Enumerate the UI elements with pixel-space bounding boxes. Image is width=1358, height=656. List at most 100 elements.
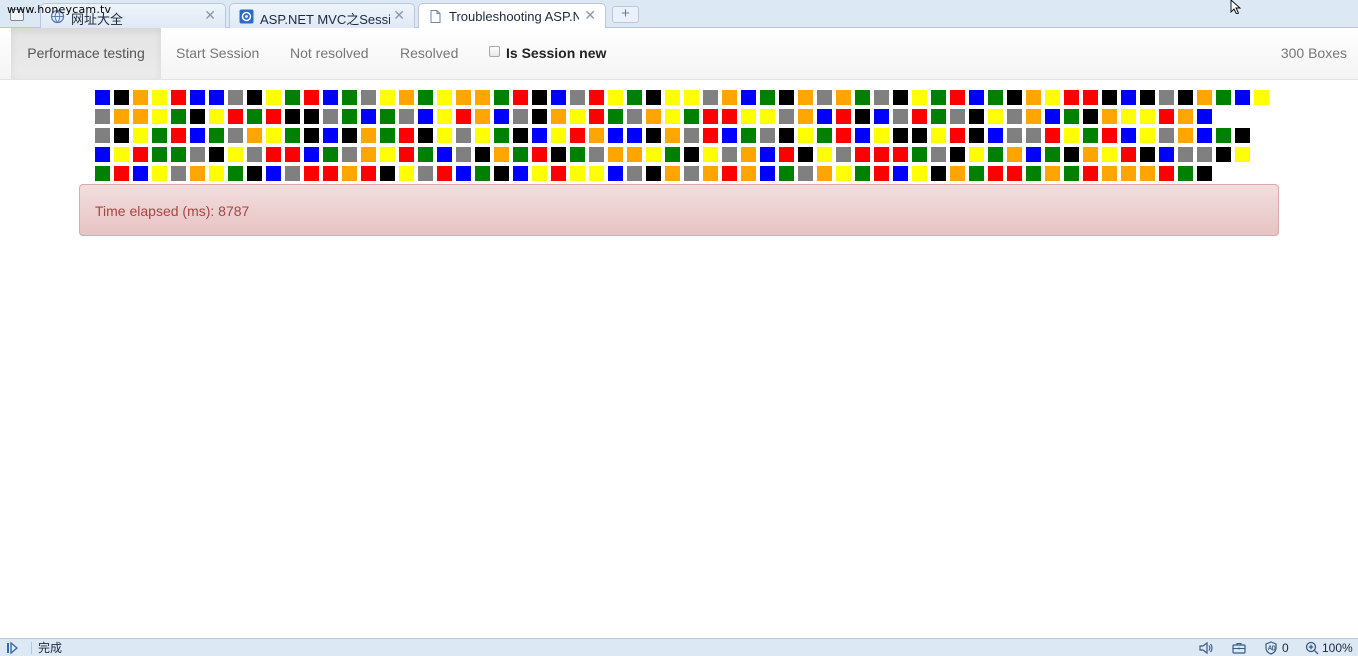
color-box — [361, 128, 376, 143]
color-box — [893, 109, 908, 124]
color-box — [1121, 128, 1136, 143]
color-box — [1083, 128, 1098, 143]
color-box — [760, 147, 775, 162]
color-box — [684, 147, 699, 162]
color-box — [855, 109, 870, 124]
color-box — [1121, 109, 1136, 124]
color-box — [114, 147, 129, 162]
close-tab-icon[interactable]: ✕ — [204, 8, 216, 24]
color-box — [152, 109, 167, 124]
color-box — [209, 90, 224, 105]
color-box — [114, 166, 129, 181]
color-box — [1159, 90, 1174, 105]
color-box — [1235, 147, 1250, 162]
color-box — [1140, 109, 1155, 124]
color-box — [988, 90, 1003, 105]
color-box — [551, 166, 566, 181]
color-box — [1102, 128, 1117, 143]
color-box — [779, 109, 794, 124]
new-tab-button[interactable]: + — [612, 6, 639, 23]
color-box — [874, 109, 889, 124]
color-box — [988, 147, 1003, 162]
nav-performance-testing[interactable]: Performace testing — [11, 28, 161, 79]
color-box — [1178, 147, 1193, 162]
color-box — [475, 109, 490, 124]
tab-troubleshooting[interactable]: Troubleshooting ASP.N ✕ — [418, 3, 606, 29]
color-box — [551, 109, 566, 124]
color-box — [190, 90, 205, 105]
color-box — [1159, 109, 1174, 124]
color-box — [285, 147, 300, 162]
color-box — [703, 90, 718, 105]
color-box — [722, 128, 737, 143]
volume-icon[interactable] — [1199, 641, 1213, 655]
color-box — [190, 166, 205, 181]
color-box — [266, 166, 281, 181]
sidebar-toggle-icon[interactable] — [6, 641, 20, 655]
color-box — [1026, 109, 1041, 124]
ad-block-icon[interactable] — [1264, 641, 1278, 655]
zoom-level[interactable]: 100% — [1322, 641, 1353, 655]
nav-start-session[interactable]: Start Session — [176, 28, 259, 79]
color-box — [95, 109, 110, 124]
color-box — [266, 128, 281, 143]
color-box — [665, 128, 680, 143]
color-box — [722, 90, 737, 105]
color-box — [551, 90, 566, 105]
color-box — [1121, 90, 1136, 105]
color-box — [988, 166, 1003, 181]
watermark: www.honeycam.tv — [7, 3, 112, 16]
color-box — [893, 90, 908, 105]
color-box — [247, 109, 262, 124]
is-session-new-checkbox[interactable] — [489, 46, 500, 57]
color-box — [855, 166, 870, 181]
color-box — [228, 109, 243, 124]
color-box — [1026, 90, 1041, 105]
color-box — [342, 128, 357, 143]
color-box — [532, 166, 547, 181]
color-box — [589, 109, 604, 124]
color-box — [114, 90, 129, 105]
color-box — [627, 128, 642, 143]
toolbox-icon[interactable] — [1232, 641, 1246, 655]
color-box — [1083, 147, 1098, 162]
color-box — [475, 166, 490, 181]
color-box — [912, 90, 927, 105]
color-box — [570, 147, 585, 162]
color-box — [703, 147, 718, 162]
color-box — [133, 147, 148, 162]
color-box — [513, 90, 528, 105]
color-box — [912, 128, 927, 143]
color-box — [399, 90, 414, 105]
color-box — [475, 128, 490, 143]
color-box — [1178, 90, 1193, 105]
color-box — [1102, 90, 1117, 105]
close-tab-icon[interactable]: ✕ — [393, 8, 405, 24]
tab-aspnet-session[interactable]: ASP.NET MVC之Sessio ✕ — [229, 3, 415, 28]
color-box — [190, 128, 205, 143]
color-box — [399, 109, 414, 124]
nav-resolved[interactable]: Resolved — [400, 28, 458, 79]
color-box — [437, 147, 452, 162]
zoom-icon[interactable] — [1305, 641, 1319, 655]
color-box — [95, 128, 110, 143]
color-box — [1197, 90, 1212, 105]
color-box — [1007, 90, 1022, 105]
color-box — [760, 166, 775, 181]
color-box — [133, 166, 148, 181]
color-box — [855, 128, 870, 143]
color-box — [304, 166, 319, 181]
nav-not-resolved[interactable]: Not resolved — [290, 28, 369, 79]
color-box — [456, 147, 471, 162]
color-box — [1026, 128, 1041, 143]
close-tab-icon[interactable]: ✕ — [584, 8, 596, 24]
color-box — [1197, 109, 1212, 124]
color-box — [589, 128, 604, 143]
color-box — [380, 147, 395, 162]
color-box — [570, 166, 585, 181]
color-box — [817, 166, 832, 181]
color-box — [361, 166, 376, 181]
color-box — [912, 166, 927, 181]
color-box — [399, 147, 414, 162]
color-box — [95, 147, 110, 162]
